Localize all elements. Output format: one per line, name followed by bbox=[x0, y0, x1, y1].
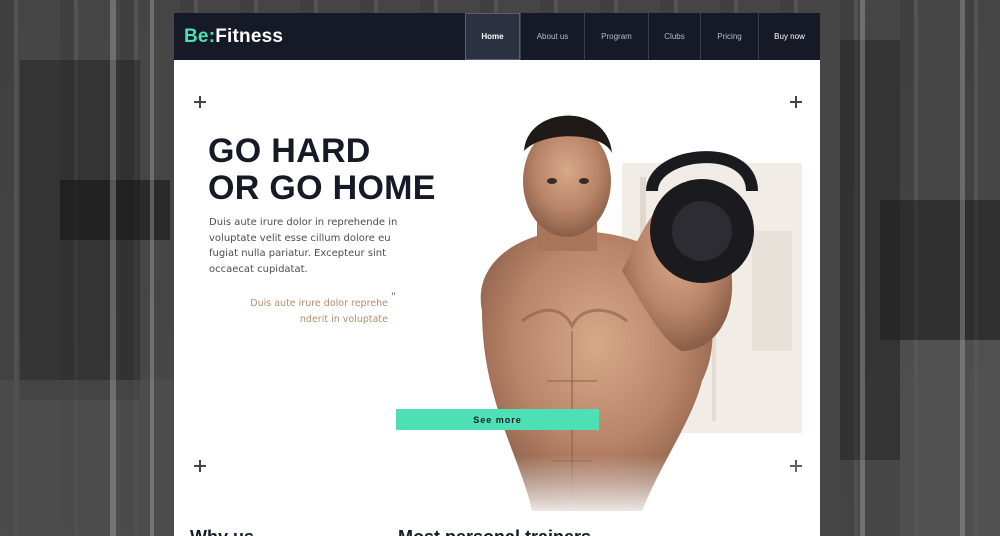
brand-name: Fitness bbox=[215, 26, 284, 47]
hero-quote: Duis aute irure dolor reprehe nderit in … bbox=[250, 298, 388, 325]
plus-decoration-icon bbox=[194, 460, 206, 472]
section-title-why-us: Why us bbox=[190, 527, 254, 536]
headline-line-1: GO HARD bbox=[208, 132, 371, 170]
nav-pricing[interactable]: Pricing bbox=[700, 13, 758, 60]
landing-page: Be:Fitness Home About us Program Clubs P… bbox=[174, 13, 820, 536]
hero-athlete-image bbox=[412, 81, 804, 521]
hero-intro-text: Duis aute irure dolor in reprehende in v… bbox=[209, 217, 398, 275]
see-more-button[interactable]: See more bbox=[396, 409, 599, 430]
nav-program[interactable]: Program bbox=[584, 13, 648, 60]
section-title-trainers: Most personal trainers bbox=[398, 527, 591, 536]
quote-mark-icon: " bbox=[391, 289, 396, 303]
main-nav: Home About us Program Clubs Pricing Buy … bbox=[465, 13, 820, 60]
brand-prefix: Be: bbox=[184, 26, 216, 47]
plus-decoration-icon bbox=[194, 96, 206, 108]
brand-logo[interactable]: Be:Fitness bbox=[184, 26, 283, 48]
nav-about-us[interactable]: About us bbox=[520, 13, 584, 60]
headline-line-2: OR GO HOME bbox=[208, 169, 436, 207]
hero-headline: GO HARD OR GO HOME bbox=[208, 133, 458, 207]
top-navigation-bar: Be:Fitness Home About us Program Clubs P… bbox=[174, 13, 820, 60]
nav-home[interactable]: Home bbox=[465, 13, 520, 60]
nav-clubs[interactable]: Clubs bbox=[648, 13, 700, 60]
nav-buy-now[interactable]: Buy now bbox=[758, 13, 820, 60]
